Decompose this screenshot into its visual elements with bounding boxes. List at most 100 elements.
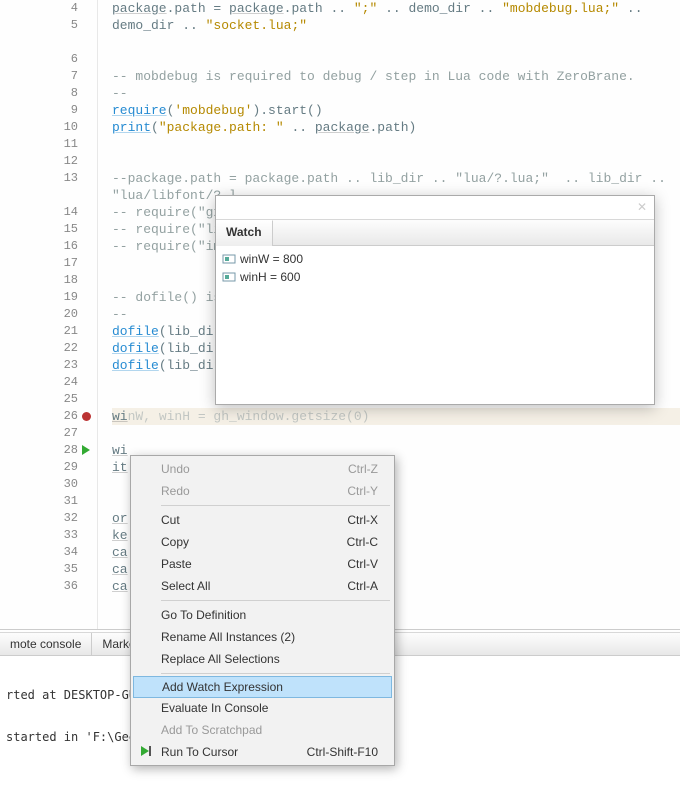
menu-item-run-to-cursor[interactable]: Run To Cursor Ctrl-Shift-F10 [133,741,392,763]
code-line[interactable]: -- mobdebug is required to debug / step … [112,68,680,85]
menu-item-redo: RedoCtrl-Y [133,480,392,502]
breakpoint-icon[interactable] [82,412,91,421]
gutter-row: 17 [0,255,97,272]
line-number: 22 [0,340,78,357]
line-number: 28 [0,442,78,459]
watch-window[interactable]: ✕ Watch winW = 800 winH = 600 [215,195,655,405]
menu-item-select-all[interactable]: Select All Ctrl-A [133,575,392,597]
watch-expression: winH = 600 [240,270,300,284]
gutter-row: 28 [0,442,97,459]
code-line[interactable] [112,51,680,68]
line-number: 10 [0,119,78,136]
watch-icon [222,252,236,266]
line-number: 5 [0,17,78,34]
menu-item-add-watch-expression[interactable]: Add Watch Expression [133,676,392,698]
menu-item-label: Replace All Selections [161,652,280,666]
line-number: 36 [0,578,78,595]
watch-tabs[interactable]: Watch [216,220,654,246]
code-line[interactable] [112,153,680,170]
close-icon[interactable]: ✕ [634,199,650,215]
line-number: 8 [0,85,78,102]
watch-item[interactable]: winW = 800 [222,250,648,268]
gutter-row: 14 [0,204,97,221]
gutter-row: 16 [0,238,97,255]
menu-shortcut: Ctrl-C [347,535,378,549]
menu-item-label: Run To Cursor [161,745,238,759]
line-number: 29 [0,459,78,476]
gutter-row: 13 [0,170,97,187]
gutter-row: 4 [0,0,97,17]
line-number: 33 [0,527,78,544]
code-line[interactable] [112,425,680,442]
gutter-row: 26 [0,408,97,425]
menu-item-replace-all-selections[interactable]: Replace All Selections [133,648,392,670]
menu-shortcut: Ctrl-Y [347,484,378,498]
line-number: 15 [0,221,78,238]
code-line[interactable]: -- [112,85,680,102]
gutter-row: 15 [0,221,97,238]
line-number: 12 [0,153,78,170]
gutter-row: 8 [0,85,97,102]
gutter-row: 6 [0,51,97,68]
run-to-cursor-icon [139,744,155,760]
menu-separator [161,673,390,674]
line-number: 32 [0,510,78,527]
code-line[interactable] [112,136,680,153]
code-line[interactable] [112,34,680,51]
line-number: 20 [0,306,78,323]
code-line[interactable]: package.path = package.path .. ";" .. de… [112,0,680,17]
context-menu[interactable]: UndoCtrl-ZRedoCtrl-YCutCtrl-XCopyCtrl-CP… [130,455,395,766]
line-number: 26 [0,408,78,425]
code-line[interactable]: --package.path = package.path .. lib_dir… [112,170,680,187]
menu-shortcut: Ctrl-V [347,557,378,571]
line-number: 35 [0,561,78,578]
line-number: 21 [0,323,78,340]
gutter-row: 11 [0,136,97,153]
watch-body: winW = 800 winH = 600 [216,246,654,290]
line-number: 11 [0,136,78,153]
line-number: 6 [0,51,78,68]
line-number: 30 [0,476,78,493]
code-line[interactable]: require('mobdebug').start() [112,102,680,119]
code-line[interactable]: winW, winH = gh_window.getsize(0) [112,408,680,425]
menu-item-rename-all-instances-2[interactable]: Rename All Instances (2) [133,626,392,648]
line-number: 19 [0,289,78,306]
gutter-row: 23 [0,357,97,374]
menu-item-label: Rename All Instances (2) [161,630,295,644]
watch-expression: winW = 800 [240,252,303,266]
watch-item[interactable]: winH = 600 [222,268,648,286]
gutter-row: 31 [0,493,97,510]
menu-shortcut: Ctrl-A [347,579,378,593]
line-number: 18 [0,272,78,289]
code-line[interactable]: print("package.path: " .. package.path) [112,119,680,136]
menu-item-evaluate-in-console[interactable]: Evaluate In Console [133,697,392,719]
menu-item-label: Paste [161,557,192,571]
gutter-row: 7 [0,68,97,85]
menu-item-label: Select All [161,579,210,593]
current-line-icon [82,445,90,455]
menu-item-label: Add Watch Expression [162,680,283,694]
menu-item-go-to-definition[interactable]: Go To Definition [133,604,392,626]
line-number: 23 [0,357,78,374]
line-number: 31 [0,493,78,510]
gutter-row: 21 [0,323,97,340]
line-number: 34 [0,544,78,561]
line-number: 16 [0,238,78,255]
watch-titlebar[interactable]: ✕ [216,196,654,220]
line-number: 27 [0,425,78,442]
menu-item-add-to-scratchpad: Add To Scratchpad [133,719,392,741]
menu-item-undo: UndoCtrl-Z [133,458,392,480]
menu-item-copy[interactable]: CopyCtrl-C [133,531,392,553]
watch-tab[interactable]: Watch [216,220,273,246]
gutter-row: 22 [0,340,97,357]
code-line[interactable]: demo_dir .. "socket.lua;" [112,17,680,34]
watch-icon [222,270,236,284]
menu-separator [161,600,390,601]
menu-item-label: Undo [161,462,190,476]
menu-separator [161,505,390,506]
bottom-tab[interactable]: mote console [0,633,92,655]
menu-shortcut: Ctrl-Shift-F10 [307,745,378,759]
line-number: 14 [0,204,78,221]
menu-item-paste[interactable]: Paste Ctrl-V [133,553,392,575]
menu-item-cut[interactable]: CutCtrl-X [133,509,392,531]
